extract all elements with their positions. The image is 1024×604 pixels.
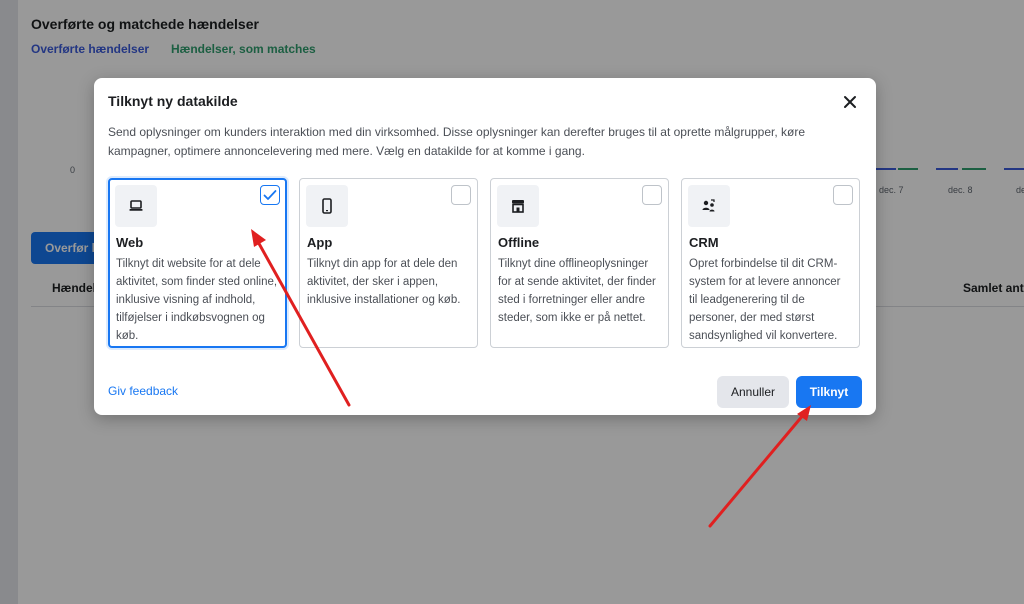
mobile-icon: [306, 185, 348, 227]
source-card-crm[interactable]: CRM Opret forbindelse til dit CRM-system…: [681, 178, 860, 348]
laptop-icon: [115, 185, 157, 227]
close-icon[interactable]: [838, 90, 862, 114]
source-title: Web: [116, 235, 144, 250]
source-title: CRM: [689, 235, 719, 250]
source-title: App: [307, 235, 333, 250]
source-description: Tilknyt dine offlineoplysninger for at s…: [498, 258, 656, 324]
checkbox-web[interactable]: [260, 185, 280, 205]
give-feedback-link[interactable]: Giv feedback: [108, 384, 178, 398]
checkbox-crm[interactable]: [833, 185, 853, 205]
checkbox-offline[interactable]: [642, 185, 662, 205]
source-card-web[interactable]: Web Tilknyt dit website for at dele akti…: [108, 178, 287, 348]
source-card-app[interactable]: App Tilknyt din app for at dele den akti…: [299, 178, 478, 348]
cancel-button[interactable]: Annuller: [717, 376, 789, 408]
connect-button[interactable]: Tilknyt: [796, 376, 862, 408]
crm-icon: [688, 185, 730, 227]
dialog-intro-text: Send oplysninger om kunders interaktion …: [108, 125, 806, 158]
source-title: Offline: [498, 235, 540, 250]
checkbox-app[interactable]: [451, 185, 471, 205]
store-icon: [497, 185, 539, 227]
connect-data-source-dialog: Tilknyt ny datakilde Send oplysninger om…: [94, 78, 876, 415]
source-description: Opret forbindelse til dit CRM-system for…: [689, 258, 841, 342]
source-description: Tilknyt din app for at dele den aktivite…: [307, 258, 461, 306]
dialog-title: Tilknyt ny datakilde: [108, 93, 238, 109]
source-card-offline[interactable]: Offline Tilknyt dine offlineoplysninger …: [490, 178, 669, 348]
source-description: Tilknyt dit website for at dele aktivite…: [116, 258, 278, 342]
